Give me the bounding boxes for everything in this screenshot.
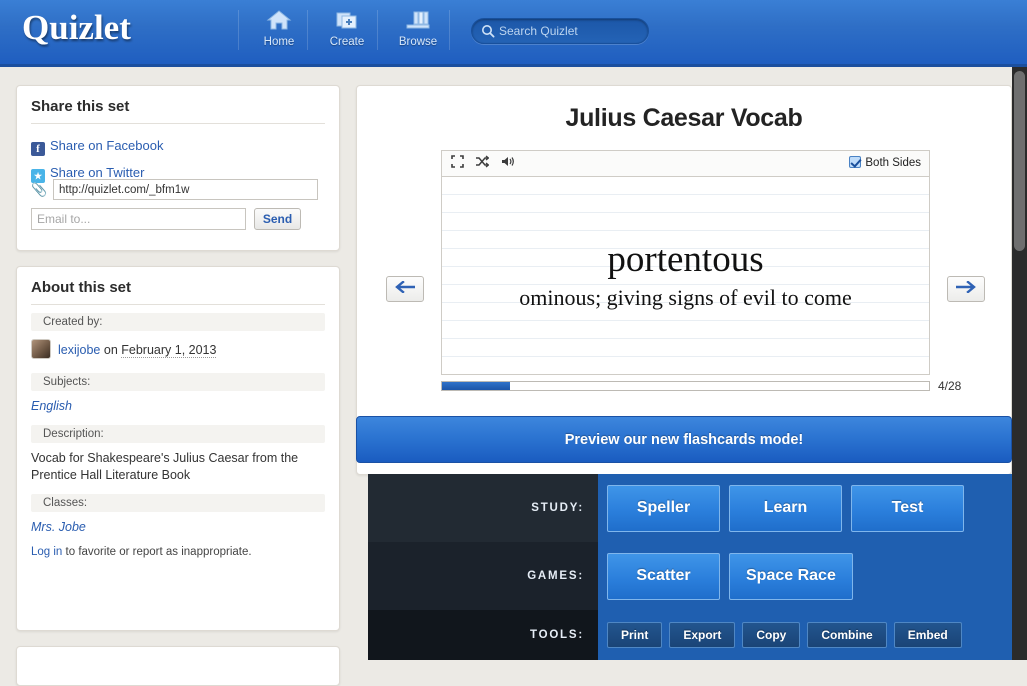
twitter-icon: ★ [31,169,45,183]
fullscreen-icon[interactable] [451,155,464,173]
share-panel-title: Share this set [31,98,130,115]
nav-divider [238,10,239,50]
creator-username[interactable]: lexijobe [58,343,100,357]
classes-value[interactable]: Mrs. Jobe [31,519,325,536]
home-icon [246,6,312,35]
nav-divider [449,10,450,50]
send-button[interactable]: Send [254,208,301,230]
study-row: STUDY: Speller Learn Test [368,474,1012,542]
scrollbar-thumb[interactable] [1014,71,1025,251]
search-input[interactable] [499,19,643,43]
avatar[interactable] [31,339,51,359]
card-counter: 4/28 [938,379,962,393]
divider [31,304,325,305]
on-word: on [100,343,122,357]
search-box[interactable] [471,18,649,44]
study-buttons: Speller Learn Test [598,484,964,532]
test-button[interactable]: Test [851,484,964,532]
tools-label: TOOLS: [368,610,598,660]
progress-bar-fill [442,382,511,390]
card-definition: ominous; giving signs of evil to come [519,284,852,310]
nav-label-browse: Browse [398,36,438,48]
card-zone: Both Sides portentous ominous; giving si… [441,150,961,395]
scatter-button[interactable]: Scatter [607,552,720,600]
flashcard-content: portentous ominous; giving signs of evil… [442,239,929,313]
previous-card-button[interactable] [386,276,424,302]
facebook-icon: f [31,142,45,156]
space-race-button[interactable]: Space Race [729,552,853,600]
creator-row: lexijobe on February 1, 2013 [31,339,325,361]
share-twitter-label: Share on Twitter [50,165,145,180]
tools-buttons: Print Export Copy Combine Embed [598,622,962,648]
page-title: Julius Caesar Vocab [565,104,803,132]
games-buttons: Scatter Space Race [598,552,853,600]
card-tool-icons [451,155,523,173]
subjects-value[interactable]: English [31,398,325,415]
description-label: Description: [31,425,325,443]
nav-item-browse[interactable]: Browse [385,6,451,48]
export-button[interactable]: Export [669,622,736,648]
copy-button[interactable]: Copy [742,622,801,648]
paperclip-icon: 📎 [31,182,48,197]
login-note-rest: to favorite or report as inappropriate. [62,546,252,558]
quizlet-logo[interactable]: Quizlet [22,8,131,48]
embed-button[interactable]: Embed [893,622,962,648]
divider [31,123,325,124]
modes-panel: STUDY: Speller Learn Test GAMES: Scatter… [368,474,1012,660]
flashcard[interactable]: portentous ominous; giving signs of evil… [441,177,930,375]
share-this-set-panel: Share this set f Share on Facebook ★ Share… [16,85,340,251]
arrow-right-icon [955,280,976,294]
progress-row: 4/28 [441,379,961,395]
search-icon [481,24,495,43]
nav-divider [307,10,308,50]
nav-item-create[interactable]: Create [314,6,380,48]
site-header: Quizlet Home Create Browse [0,0,1027,67]
progress-bar[interactable] [441,381,930,391]
login-note: Log in to favorite or report as inapprop… [31,546,325,558]
card-term: portentous [607,238,764,280]
card-toolbar: Both Sides [441,150,930,177]
games-row: GAMES: Scatter Space Race [368,542,1012,610]
tools-row: TOOLS: Print Export Copy Combine Embed [368,610,1012,660]
both-sides-checkbox[interactable]: Both Sides [849,156,921,169]
about-this-set-panel: About this set Created by: lexijobe on F… [16,266,340,631]
games-label: GAMES: [368,542,598,610]
combine-button[interactable]: Combine [807,622,887,648]
share-on-facebook-link[interactable]: f Share on Facebook [31,132,339,159]
subjects-label: Subjects: [31,373,325,391]
create-icon [314,6,380,35]
created-by-label: Created by: [31,313,325,331]
created-date: February 1, 2013 [121,343,217,358]
share-url-input[interactable] [53,179,318,200]
speller-button[interactable]: Speller [607,484,720,532]
page-scrollbar[interactable] [1012,67,1027,660]
shuffle-icon[interactable] [475,155,490,173]
checkbox-box [849,156,862,168]
log-in-link[interactable]: Log in [31,546,62,558]
study-label: STUDY: [368,474,598,542]
next-card-button[interactable] [947,276,985,302]
lower-panel [16,646,340,686]
preview-flashcards-banner[interactable]: Preview our new flashcards mode! [356,416,1012,463]
nav-label-create: Create [329,36,365,48]
about-panel-title: About this set [31,279,131,296]
nav-label-home: Home [263,36,295,48]
nav-divider [377,10,378,50]
email-to-input[interactable] [31,208,246,230]
description-value: Vocab for Shakespeare's Julius Caesar fr… [31,451,299,482]
both-sides-label: Both Sides [865,157,921,169]
share-facebook-label: Share on Facebook [50,138,164,153]
arrow-left-icon [395,280,416,294]
speaker-icon[interactable] [501,155,516,173]
classes-label: Classes: [31,494,325,512]
learn-button[interactable]: Learn [729,484,842,532]
browse-icon [385,6,451,35]
nav-item-home[interactable]: Home [246,6,312,48]
print-button[interactable]: Print [607,622,663,648]
